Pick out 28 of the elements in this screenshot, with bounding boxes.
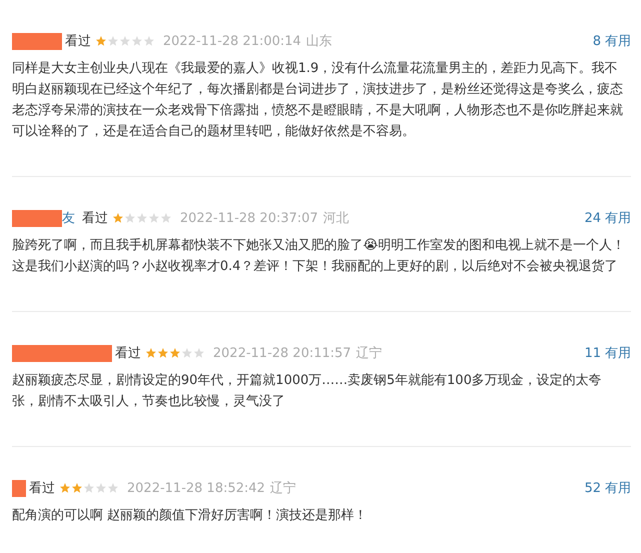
vote-count: 24 — [584, 210, 601, 226]
redaction-block — [12, 32, 62, 50]
comment-location: 辽宁 — [270, 480, 296, 497]
watch-status: 看过 — [65, 33, 91, 50]
username[interactable]: 友 — [62, 209, 75, 227]
comment-text: 脸跨死了啊，而且我手机屏幕都快装不下她张又油又肥的脸了😭明明工作室发的图和电视上就不是一个人！这是我们小赵演的吗？小赵收视率才0.4？差评！下架！我丽配的上更好的剧，以后绝对不会被央视退货了 — [12, 237, 626, 276]
comment-location: 辽宁 — [356, 345, 382, 362]
comment-time: 2022-11-28 20:37:07 — [180, 210, 318, 226]
comment-location: 山东 — [306, 33, 332, 50]
useful-link[interactable]: 有用 — [605, 32, 631, 50]
useful-link[interactable]: 有用 — [605, 209, 631, 227]
comment-time: 2022-11-28 18:52:42 — [127, 480, 266, 496]
watch-status: 看过 — [29, 480, 55, 497]
redaction-block — [12, 480, 26, 496]
watch-status: 看过 — [82, 210, 108, 227]
comment-time: 2022-11-28 20:11:57 — [213, 346, 352, 360]
vote-count: 8 — [592, 34, 601, 48]
useful-link[interactable]: 有用 — [605, 344, 631, 362]
watch-status: 看过 — [115, 345, 141, 362]
comment-text: 赵丽颖疲态尽显，剧情设定的90年代，开篇就1000万……卖废钢5年就能有100多万现金，设定的太夸张，剧情不太吸引人，节奏也比较慢，灵气没了 — [12, 372, 603, 411]
comment-text: 配角演的可以啊 赵丽颖的颜值下滑好厉害啊！演技还是那样！ — [12, 507, 368, 525]
useful-link[interactable]: 有用 — [605, 479, 631, 497]
comment-location: 河北 — [323, 210, 350, 227]
vote-count: 11 — [584, 346, 601, 360]
redaction-block — [12, 210, 62, 226]
vote-count: 52 — [584, 480, 601, 496]
comment-text: 同样是大女主创业央八现在《我最爱的嘉人》收视1.9，没有什么流量花流量男主的，差距力见高下。我不明白赵丽颖现在已经这个年纪了，每次播剧都是台词进步了，演技进步了，是粉丝还觉得这是夸奖么，疲态老态浮夸呆滞的演技在一众老戏骨下倍露拙，愤怒不是瞪眼睛，不是大吼啊，人物形态也不是你吃胖起来就可以诠释的了，还是在适合自己的题材里转吧，能做好依然是不容易。 — [12, 60, 624, 141]
comment-time: 2022-11-28 21:00:14 — [163, 34, 302, 48]
